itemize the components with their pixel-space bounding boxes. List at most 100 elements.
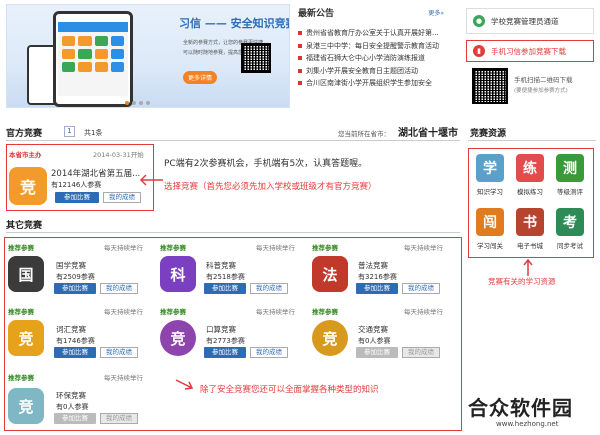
daily-label: 每天持续举行	[404, 244, 443, 252]
participant-count: 有2773参赛	[206, 337, 245, 345]
other-section-title: 其它竞赛	[6, 221, 43, 231]
contest-icon: 竞	[9, 167, 47, 205]
join-contest-button[interactable]: 参加比赛	[55, 192, 99, 203]
promo-banner[interactable]: 习信 —— 安全知识竞赛 全新的参赛方式，让您的参赛更快捷， 可以随时随地参赛，…	[6, 4, 290, 108]
recommended-label: 推荐参赛	[8, 308, 34, 316]
my-results-button[interactable]: 我的成绩	[402, 283, 440, 294]
participant-count: 有3216参赛	[358, 273, 397, 281]
notice-item[interactable]: 福建省石狮大仑中心小学消防演练报道	[298, 52, 460, 65]
banner-title: 习信 —— 安全知识竞赛	[179, 17, 290, 30]
contest-name[interactable]: 2014年湖北省第五届...	[51, 167, 140, 179]
resource-tile[interactable]: 学	[476, 154, 504, 182]
contest-icon: 竞	[160, 320, 196, 356]
mobile-download-button[interactable]: ▮ 手机习信参加竞赛下载	[466, 40, 594, 62]
annotation-arrow	[523, 258, 533, 276]
my-results-button[interactable]: 我的成绩	[250, 283, 288, 294]
recommended-label: 推荐参赛	[312, 308, 338, 316]
contest-name[interactable]: 词汇竞赛	[56, 324, 86, 335]
contest-name[interactable]: 国学竞赛	[56, 260, 86, 271]
qr-subhint: (要便捷参加参赛方式)	[514, 88, 568, 94]
daily-label: 每天持续举行	[104, 374, 143, 382]
join-contest-button[interactable]: 参加比赛	[204, 283, 246, 294]
qr-hint: 手机扫描二维码下载	[514, 76, 573, 84]
daily-label: 每天持续举行	[404, 308, 443, 316]
official-section-title: 官方竞赛	[6, 129, 43, 139]
watermark-logo: 合众软件园	[468, 396, 573, 420]
my-results-button[interactable]: 我的成绩	[100, 283, 138, 294]
select-contest-note: 选择竞赛（首先您必须先加入学校或班级才有官方竞赛）	[164, 182, 377, 192]
notice-item[interactable]: 泉港三中中学：每日安全提醒警示教育活动	[298, 40, 460, 53]
phone-icon: ▮	[473, 45, 485, 57]
my-results-button[interactable]: 我的成绩	[402, 347, 440, 358]
contest-name[interactable]: 交通竞赛	[358, 324, 388, 335]
resource-label[interactable]: 同步考试	[553, 240, 587, 250]
join-contest-button[interactable]: 参加比赛	[356, 283, 398, 294]
attempts-note: PC端有2次参赛机会，手机端有5次，认真答题喔。	[164, 159, 368, 169]
divider	[6, 140, 460, 141]
my-results-button[interactable]: 我的成绩	[100, 347, 138, 358]
my-results-button[interactable]: 我的成绩	[100, 413, 138, 424]
divider	[468, 140, 596, 141]
location-value: 湖北省十堰市	[398, 128, 458, 139]
phone-illustration	[53, 11, 133, 107]
resource-tile[interactable]: 练	[516, 154, 544, 182]
resource-label[interactable]: 知识学习	[473, 186, 507, 196]
resource-label[interactable]: 电子书城	[513, 240, 547, 250]
contest-name[interactable]: 普法竞赛	[358, 260, 388, 271]
resource-tile[interactable]: 书	[516, 208, 544, 236]
daily-label: 每天持续举行	[256, 244, 295, 252]
participant-count: 有1746参赛	[56, 337, 95, 345]
resource-tile[interactable]: 测	[556, 154, 584, 182]
resource-label[interactable]: 学习闯关	[473, 240, 507, 250]
result-count: 共1条	[84, 129, 103, 137]
start-date: 2014-03-31开始	[93, 151, 144, 159]
official-contest-card[interactable]: 本省市主办 2014-03-31开始 竞 2014年湖北省第五届... 有121…	[6, 144, 154, 211]
recommended-label: 推荐参赛	[8, 244, 34, 252]
location-label: 您当前所在省市：	[338, 130, 390, 138]
admin-channel-button[interactable]: ● 学校竞赛管理员通道	[466, 8, 594, 34]
my-results-button[interactable]: 我的成绩	[250, 347, 288, 358]
participant-count: 有12146人参赛	[51, 181, 102, 189]
contest-icon: 科	[160, 256, 196, 292]
resources-note: 竞赛有关的学习资源	[488, 277, 556, 286]
contest-name[interactable]: 科普竞赛	[206, 260, 236, 271]
recommended-label: 推荐参赛	[160, 308, 186, 316]
resources-section-title: 竞赛资源	[470, 129, 507, 139]
notice-item[interactable]: 合川区南津街小学开展组织学生参加安全	[298, 77, 460, 90]
download-qr-code	[472, 68, 508, 104]
annotation-arrow	[139, 174, 163, 186]
contest-icon: 竞	[8, 388, 44, 424]
daily-label: 每天持续举行	[104, 308, 143, 316]
resource-tile[interactable]: 考	[556, 208, 584, 236]
divider	[6, 232, 460, 233]
notice-more-link[interactable]: 更多»	[428, 8, 444, 17]
recommended-label: 推荐参赛	[312, 244, 338, 252]
page-number[interactable]: 1	[64, 126, 75, 137]
join-contest-button[interactable]: 参加比赛	[54, 347, 96, 358]
my-results-button[interactable]: 我的成绩	[103, 192, 141, 203]
join-contest-button[interactable]: 参加比赛	[54, 413, 96, 424]
participant-count: 有2509参赛	[56, 273, 95, 281]
banner-pager-dots[interactable]	[125, 101, 150, 105]
notice-item[interactable]: 贵州省省教育厅办公室关于认真开展好第...	[298, 27, 460, 40]
banner-more-button[interactable]: 更多详情	[183, 71, 218, 84]
other-contests-note: 除了安全竞赛您还可以全面掌握各种类型的知识	[200, 385, 379, 395]
resource-label[interactable]: 等级测评	[553, 186, 587, 196]
contest-name[interactable]: 环保竞赛	[56, 390, 86, 401]
daily-label: 每天持续举行	[256, 308, 295, 316]
recommended-label: 推荐参赛	[8, 374, 34, 382]
host-label: 本省市主办	[9, 151, 42, 159]
participant-count: 有2518参赛	[206, 273, 245, 281]
resource-tile[interactable]: 闯	[476, 208, 504, 236]
resource-label[interactable]: 模拟练习	[513, 186, 547, 196]
notice-item[interactable]: 刘集小学开展安全教育日主题团活动	[298, 65, 460, 78]
join-contest-button[interactable]: 参加比赛	[356, 347, 398, 358]
recommended-label: 推荐参赛	[160, 244, 186, 252]
participant-count: 有0人参赛	[56, 403, 89, 411]
annotation-arrow	[175, 379, 194, 390]
join-contest-button[interactable]: 参加比赛	[54, 283, 96, 294]
join-contest-button[interactable]: 参加比赛	[204, 347, 246, 358]
watermark-url: www.hezhong.net	[496, 420, 559, 428]
contest-icon: 法	[312, 256, 348, 292]
contest-name[interactable]: 口算竞赛	[206, 324, 236, 335]
